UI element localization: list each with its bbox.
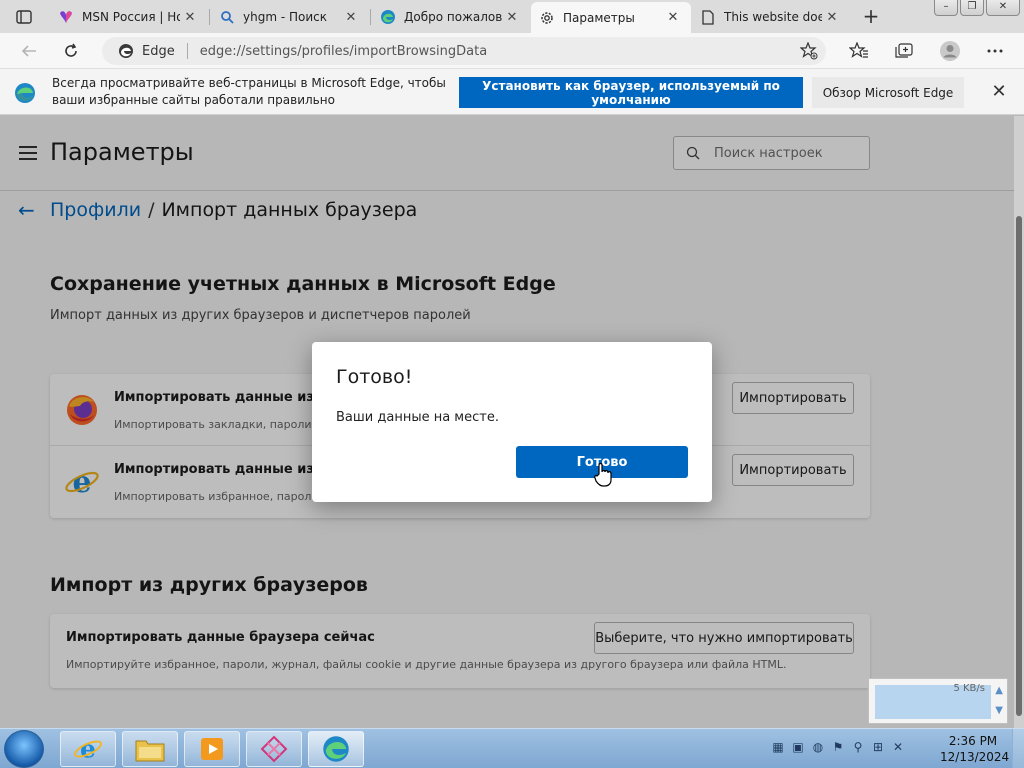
close-tab-icon[interactable]: ✕ (180, 10, 200, 25)
app-icon (260, 735, 288, 763)
ie-icon: e (74, 734, 102, 763)
new-tab-button[interactable]: + (858, 4, 884, 30)
tab-welcome[interactable]: Добро пожаловать ✕ (372, 3, 530, 31)
svg-text:e: e (80, 734, 96, 763)
close-tab-icon[interactable]: ✕ (502, 10, 522, 25)
site-label: Edge (142, 43, 175, 59)
close-banner-icon[interactable]: ✕ (988, 82, 1010, 104)
profile-avatar[interactable] (937, 39, 963, 63)
taskbar: e ▦ ▣ ◍ ⚑ ⚲ ⊞ ✕ 2:36 PM 12/13/2024 (0, 728, 1024, 768)
explorer-icon (135, 740, 165, 762)
scrollbar-thumb[interactable] (1016, 216, 1022, 716)
page-scrollbar[interactable] (1014, 116, 1024, 728)
collections-icon[interactable] (891, 39, 917, 63)
edge-overview-button[interactable]: Обзор Microsoft Edge (812, 77, 964, 108)
url-text[interactable]: edge://settings/profiles/importBrowsingD… (200, 44, 487, 59)
tab-strip: MSN Россия | Новости ✕ yhgm - Поиск ✕ До… (0, 0, 1024, 33)
minimize-button[interactable]: – (934, 0, 958, 16)
set-default-button[interactable]: Установить как браузер, используемый по … (459, 77, 803, 108)
taskbar-media-player[interactable] (184, 731, 240, 767)
display-tray-icon[interactable]: ▣ (790, 739, 806, 755)
tab-title: This website does (724, 10, 822, 24)
flag-tray-icon[interactable]: ⚑ (830, 739, 846, 755)
tab-title: Добро пожаловать (404, 10, 502, 24)
close-tab-icon[interactable]: ✕ (663, 10, 683, 25)
tab-msn[interactable]: MSN Россия | Новости ✕ (50, 3, 208, 31)
add-favorite-icon[interactable] (799, 41, 818, 63)
taskbar-edge[interactable] (308, 731, 364, 767)
default-browser-banner: Всегда просматривайте веб-страницы в Mic… (0, 69, 1024, 115)
tab-actions-icon (16, 10, 32, 24)
network-meter-widget: 5 KB/s ▲ ▼ (868, 678, 1008, 724)
refresh-icon (65, 43, 77, 57)
system-clock[interactable]: 2:36 PM 12/13/2024 (940, 733, 1010, 765)
tab-separator (209, 9, 210, 25)
tab-title: yhgm - Поиск (243, 10, 327, 24)
import-complete-dialog: Готово! Ваши данные на месте. Готово (312, 342, 712, 502)
globe-tray-icon[interactable]: ◍ (810, 739, 826, 755)
favorites-icon[interactable] (846, 39, 872, 63)
address-bar[interactable]: Edge edge://settings/profiles/importBrow… (102, 37, 826, 65)
network-tray-icon[interactable]: ▦ (770, 739, 786, 755)
volume-muted-icon[interactable]: ✕ (890, 739, 906, 755)
tab-search[interactable]: yhgm - Поиск ✕ (211, 3, 369, 31)
tab-title: MSN Россия | Новости (82, 10, 180, 24)
gear-icon (539, 10, 555, 26)
window-controls: – ❐ ✕ (934, 0, 1020, 16)
back-button[interactable] (14, 37, 44, 65)
maximize-button[interactable]: ❐ (960, 0, 984, 16)
close-tab-icon[interactable]: ✕ (822, 10, 842, 25)
back-arrow-icon (21, 45, 36, 57)
upload-arrow-icon: ▲ (995, 685, 1003, 696)
tab-separator (370, 9, 371, 25)
edge-icon (119, 44, 133, 58)
edge-logo-icon (14, 82, 36, 107)
clock-date: 12/13/2024 (940, 750, 1010, 764)
media-player-icon (201, 738, 223, 760)
refresh-button[interactable] (56, 37, 86, 65)
close-window-button[interactable]: ✕ (986, 0, 1020, 16)
address-separator (186, 43, 188, 59)
more-menu-icon[interactable] (982, 39, 1008, 63)
tab-actions-button[interactable] (8, 4, 40, 30)
edge-icon (323, 736, 349, 762)
taskbar-app[interactable] (246, 731, 302, 767)
system-tray: ▦ ▣ ◍ ⚑ ⚲ ⊞ ✕ (770, 739, 906, 755)
dialog-message: Ваши данные на месте. (336, 410, 499, 425)
edge-icon (380, 9, 396, 25)
msn-icon (58, 9, 74, 25)
show-desktop-button[interactable] (1012, 729, 1024, 768)
profile-icon (940, 41, 960, 61)
download-arrow-icon: ▼ (995, 705, 1003, 716)
network-speed: 5 KB/s (953, 683, 985, 694)
page-icon (700, 9, 716, 25)
start-button[interactable] (4, 730, 44, 768)
tab-title: Параметры (563, 10, 635, 25)
taskbar-explorer[interactable] (122, 731, 178, 767)
clock-time: 2:36 PM (948, 734, 998, 748)
taskbar-ie[interactable]: e (60, 731, 116, 767)
banner-message: Всегда просматривайте веб-страницы в Mic… (52, 76, 446, 107)
browser-toolbar: Edge edge://settings/profiles/importBrow… (0, 33, 1024, 69)
search-tray-icon[interactable]: ⚲ (850, 739, 866, 755)
search-icon (219, 9, 235, 25)
network-status-icon[interactable]: ⊞ (870, 739, 886, 755)
tab-website[interactable]: This website does ✕ (692, 3, 850, 31)
tab-settings[interactable]: Параметры ✕ (531, 2, 691, 33)
close-tab-icon[interactable]: ✕ (341, 10, 361, 25)
dialog-title: Готово! (336, 366, 413, 388)
hand-cursor-icon (594, 462, 614, 491)
